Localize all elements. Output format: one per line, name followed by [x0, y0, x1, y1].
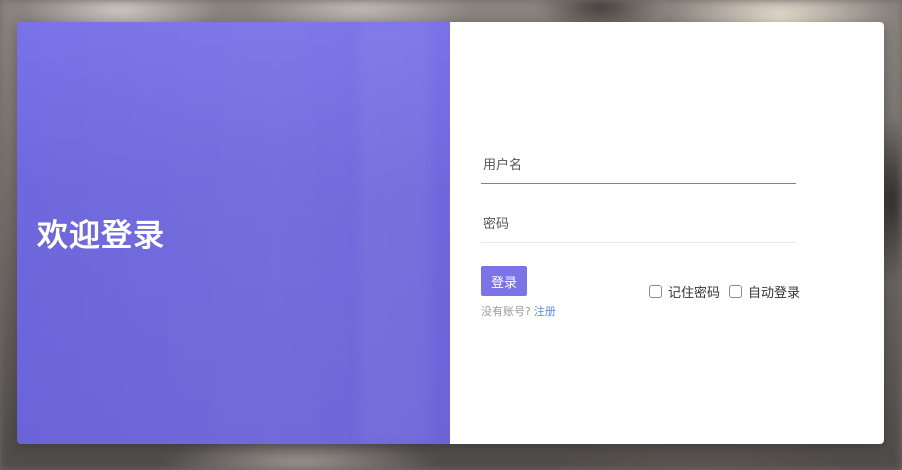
register-prompt: 没有账号? 注册	[481, 303, 556, 319]
no-account-text: 没有账号?	[481, 305, 531, 318]
auto-login-label: 自动登录	[748, 286, 801, 301]
login-form-panel: 登录 记住密码 自动登录 没有账号?注册	[450, 22, 884, 444]
password-input[interactable]	[481, 207, 796, 243]
remember-password-option[interactable]: 记住密码	[649, 282, 720, 301]
welcome-panel: 欢迎登录	[17, 22, 450, 444]
login-card: 欢迎登录 登录 记住密码 自动登录 没有账号?注册	[17, 22, 884, 444]
register-link[interactable]: 注册	[534, 305, 556, 318]
remember-password-checkbox[interactable]	[649, 285, 662, 298]
welcome-title: 欢迎登录	[37, 218, 165, 254]
remember-password-label: 记住密码	[668, 286, 721, 301]
username-input[interactable]	[481, 148, 796, 184]
auto-login-option[interactable]: 自动登录	[729, 282, 800, 301]
login-button[interactable]: 登录	[481, 266, 527, 296]
login-options: 记住密码 自动登录	[649, 282, 800, 301]
auto-login-checkbox[interactable]	[729, 285, 743, 298]
